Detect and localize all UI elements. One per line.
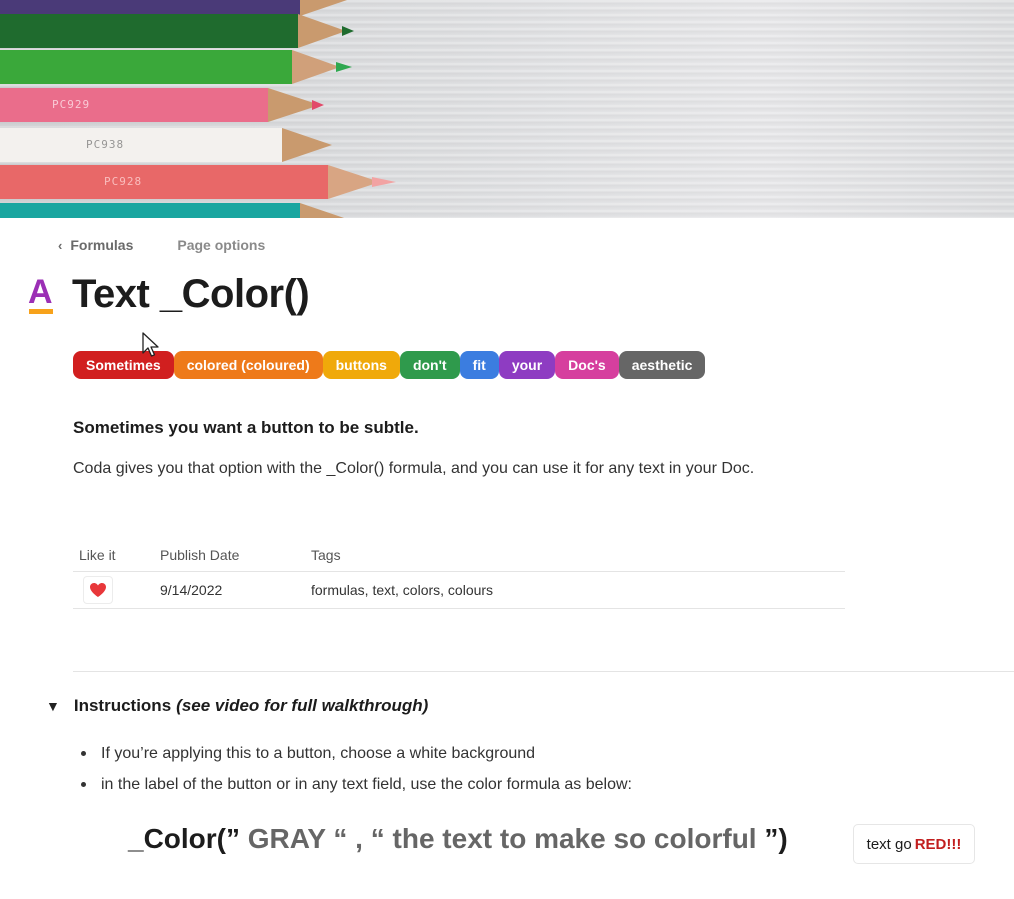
- cover-image: PC929 PC938 PC928: [0, 0, 1014, 218]
- breadcrumb: ‹ Formulas Page options: [58, 237, 265, 253]
- demo-button-label: text go: [866, 835, 912, 853]
- list-item: If you’re applying this to a button, cho…: [81, 738, 632, 769]
- instructions-subtitle: (see video for full walkthrough): [176, 696, 429, 715]
- formula-text-arg: the text to make so colorful: [392, 823, 757, 854]
- column-header-like[interactable]: Like it: [73, 547, 160, 563]
- color-button-row: Sometimes colored (coloured) buttons don…: [73, 351, 706, 379]
- pencil-teal: [0, 203, 360, 218]
- pencil-white: PC938: [0, 128, 360, 162]
- formula-example: _Color(” GRAY “ , “ the text to make so …: [128, 823, 788, 855]
- page-header: A Text _Color(): [28, 272, 310, 317]
- publish-date-cell: 9/14/2022: [160, 582, 223, 598]
- list-item-text: If you’re applying this to a button, cho…: [101, 744, 536, 762]
- instructions-title: Instructions: [73, 696, 172, 715]
- pill-button-dont[interactable]: don't: [399, 351, 460, 379]
- formula-color-arg: GRAY: [247, 823, 326, 854]
- pencil-salmon: PC928: [0, 165, 400, 199]
- pencil-dark-green: [0, 14, 360, 48]
- page-title: Text _Color(): [72, 272, 310, 316]
- triangle-down-icon: ▼: [46, 698, 60, 714]
- pill-button-aesthetic[interactable]: aesthetic: [618, 351, 706, 379]
- text-color-icon: A: [28, 275, 54, 315]
- mouse-cursor-icon: [142, 332, 159, 357]
- bullet-icon: [81, 782, 86, 787]
- pill-button-colored[interactable]: colored (coloured): [173, 351, 323, 379]
- breadcrumb-back-link[interactable]: ‹ Formulas: [58, 237, 133, 253]
- table-row: 9/14/2022 formulas, text, colors, colour…: [73, 572, 845, 609]
- pill-button-fit[interactable]: fit: [459, 351, 499, 379]
- demo-button-red-label: RED!!!: [914, 835, 962, 853]
- chevron-left-icon: ‹: [58, 237, 63, 253]
- metadata-table: Like it Publish Date Tags 9/14/2022 form…: [73, 538, 845, 609]
- bullet-icon: [81, 751, 86, 756]
- list-item: in the label of the button or in any tex…: [81, 769, 632, 800]
- column-header-date[interactable]: Publish Date: [160, 547, 311, 563]
- table-header: Like it Publish Date Tags: [73, 538, 845, 572]
- formula-separator: “ , “: [333, 823, 385, 854]
- heart-icon: [90, 583, 106, 597]
- description-text: Coda gives you that option with the _Col…: [73, 460, 755, 477]
- pill-button-your[interactable]: your: [498, 351, 556, 379]
- formula-suffix: ”): [764, 823, 788, 854]
- instructions-list: If you’re applying this to a button, cho…: [81, 738, 632, 800]
- page-options-button[interactable]: Page options: [177, 237, 265, 253]
- instructions-toggle[interactable]: ▼ Instructions (see video for full walkt…: [46, 696, 428, 716]
- formula-prefix: _Color(”: [128, 823, 240, 854]
- pencil-pink: PC929: [0, 88, 360, 122]
- list-item-text: in the label of the button or in any tex…: [101, 775, 632, 793]
- demo-red-text-button[interactable]: text go RED!!!: [853, 824, 975, 864]
- section-divider: [73, 671, 1014, 672]
- breadcrumb-label: Formulas: [70, 237, 134, 253]
- column-header-tags[interactable]: Tags: [311, 547, 845, 563]
- tags-cell: formulas, text, colors, colours: [311, 582, 494, 598]
- like-cell: [73, 576, 160, 604]
- like-button[interactable]: [83, 576, 113, 604]
- section-subtitle: Sometimes you want a button to be subtle…: [73, 418, 419, 437]
- pill-button-buttons[interactable]: buttons: [322, 351, 400, 379]
- pill-button-docs[interactable]: Doc's: [555, 351, 619, 379]
- pencil-green: [0, 50, 360, 84]
